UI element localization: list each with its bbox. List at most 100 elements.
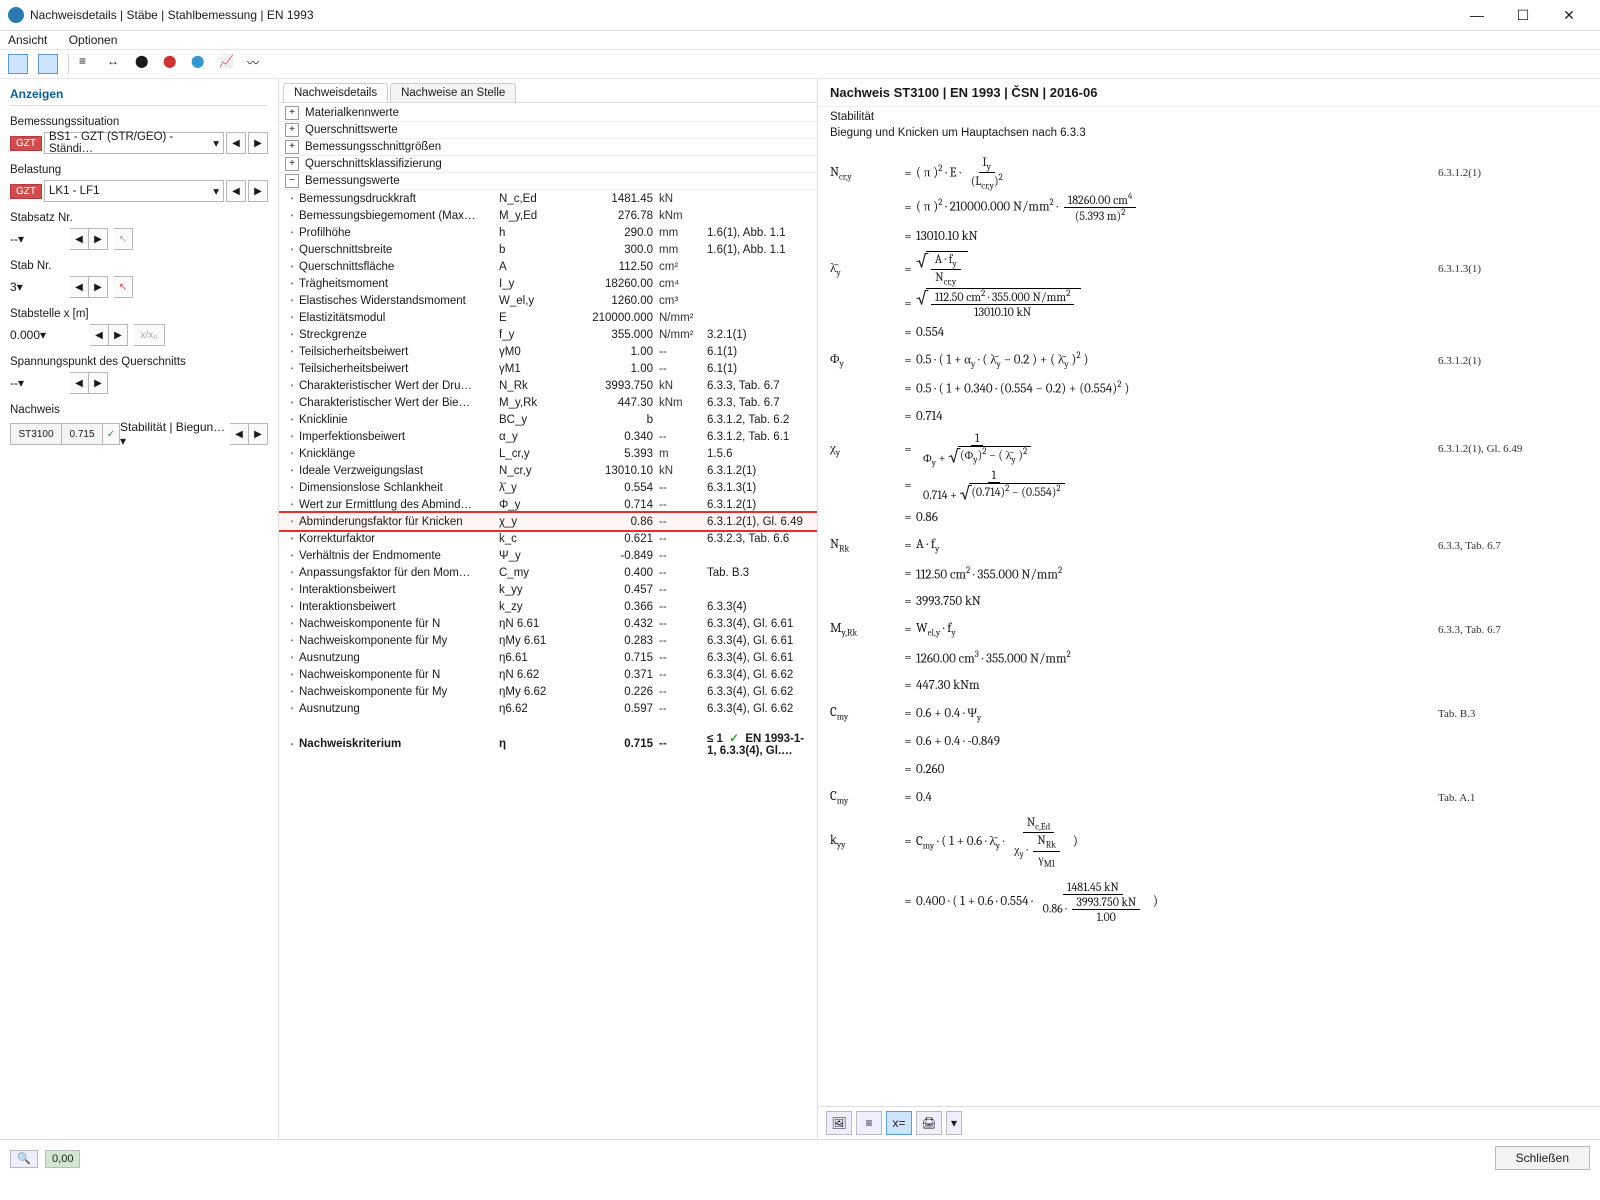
tree-row[interactable]: •Anpassungsfaktor für den Mom…C_my0.400-… [279, 564, 817, 581]
app-icon [8, 7, 24, 23]
middle-panel: Nachweisdetails Nachweise an Stelle +Mat… [279, 79, 818, 1139]
tree-row[interactable]: •Ausnutzungη6.610.715--6.3.3(4), Gl. 6.6… [279, 649, 817, 666]
stab-dropdown[interactable]: 3▾ [10, 280, 70, 294]
situation-dropdown[interactable]: BS1 - GZT (STR/GEO) - Ständi…▾ [44, 132, 224, 154]
menu-optionen[interactable]: Optionen [69, 33, 118, 47]
tool-6[interactable]: ⬤ [163, 54, 181, 72]
nachweis-prev[interactable]: ◀ [230, 423, 249, 445]
tree-section[interactable]: −Bemessungswerte [279, 173, 817, 190]
minimize-button[interactable]: — [1454, 0, 1500, 30]
sp-dropdown[interactable]: --▾ [10, 376, 70, 390]
formula-area[interactable]: Ncr,y= ( π )2 · E · Iy(Lcr,y)2 6.3.1.2(1… [818, 147, 1600, 1106]
tree-row[interactable]: •Streckgrenzef_y355.000N/mm²3.2.1(1) [279, 326, 817, 343]
tree-row[interactable]: •Imperfektionsbeiwertα_y0.340--6.3.1.2, … [279, 428, 817, 445]
tree-row[interactable]: •Querschnittsbreiteb300.0mm1.6(1), Abb. … [279, 241, 817, 258]
tree-row[interactable]: •Dimensionslose Schlankheitλ̄_y0.554--6.… [279, 479, 817, 496]
tree-row[interactable]: •TeilsicherheitsbeiwertγM01.00--6.1(1) [279, 343, 817, 360]
tool-3[interactable]: ≡ [79, 54, 97, 72]
tree-row[interactable]: •Nachweiskomponente für NηN 6.620.371--6… [279, 666, 817, 683]
tree-row[interactable]: •Ausnutzungη6.620.597--6.3.3(4), Gl. 6.6… [279, 700, 817, 717]
stab-prev[interactable]: ◀ [70, 276, 89, 298]
stabsatz-next[interactable]: ▶ [89, 228, 108, 250]
tree-row[interactable]: •Abminderungsfaktor für Knickenχ_y0.86--… [279, 513, 817, 530]
tree-row[interactable]: •Charakteristischer Wert der Bie…M_y,Rk4… [279, 394, 817, 411]
tree-row[interactable]: •Bemessungsbiegemoment (Max…M_y,Ed276.78… [279, 207, 817, 224]
stelle-prev[interactable]: ◀ [90, 324, 109, 346]
tree-row-criterion[interactable]: •Nachweiskriteriumη0.715--≤ 1 ✓ EN 1993-… [279, 731, 817, 757]
tree-row[interactable]: •Interaktionsbeiwertk_zy0.366--6.3.3(4) [279, 598, 817, 615]
sp-prev[interactable]: ◀ [70, 372, 89, 394]
sp-next[interactable]: ▶ [89, 372, 108, 394]
tool-1[interactable] [8, 54, 28, 74]
footer-search-icon[interactable]: 🔍 [10, 1150, 38, 1168]
tree-row[interactable]: •Elastisches WiderstandsmomentW_el,y1260… [279, 292, 817, 309]
tree-row[interactable]: •Verhältnis der EndmomenteΨ_y-0.849-- [279, 547, 817, 564]
tree-row[interactable]: •BemessungsdruckkraftN_c,Ed1481.45kN [279, 190, 817, 207]
close-button[interactable]: ✕ [1546, 0, 1592, 30]
fbtn-2[interactable]: ≡ [856, 1111, 882, 1135]
tree-section[interactable]: +Querschnittsklassifizierung [279, 156, 817, 173]
stab-pick[interactable]: ↖ [114, 276, 133, 298]
window-title: Nachweisdetails | Stäbe | Stahlbemessung… [30, 8, 314, 22]
situation-pill: GZT [10, 136, 42, 151]
tree-row[interactable]: •KnicklinieBC_yb6.3.1.2, Tab. 6.2 [279, 411, 817, 428]
loading-label: Belastung [10, 164, 268, 176]
loading-next[interactable]: ▶ [248, 180, 268, 202]
tree-section[interactable]: +Querschnittswerte [279, 122, 817, 139]
nachweis-check-icon: ✓ [103, 423, 120, 445]
stelle-next[interactable]: ▶ [109, 324, 128, 346]
fbtn-3[interactable]: x= [886, 1111, 912, 1135]
fbtn-4[interactable]: 🖨 [916, 1111, 942, 1135]
tool-4[interactable]: ↔ [107, 54, 125, 72]
tree-row[interactable]: •Nachweiskomponente für MyηMy 6.610.283-… [279, 632, 817, 649]
stab-label: Stab Nr. [10, 260, 268, 272]
tree-row[interactable]: •Nachweiskomponente für MyηMy 6.620.226-… [279, 683, 817, 700]
tree-row[interactable]: •Korrekturfaktork_c0.621--6.3.2.3, Tab. … [279, 530, 817, 547]
tree-row[interactable]: •TrägheitsmomentI_y18260.00cm⁴ [279, 275, 817, 292]
loading-dropdown[interactable]: LK1 - LF1▾ [44, 180, 224, 202]
tree-row[interactable]: •TeilsicherheitsbeiwertγM11.00--6.1(1) [279, 360, 817, 377]
close-dialog-button[interactable]: Schließen [1495, 1146, 1590, 1170]
stelle-ratio[interactable]: x/x₀ [134, 324, 165, 346]
tree-row[interactable]: •Interaktionsbeiwertk_yy0.457-- [279, 581, 817, 598]
tab-nachweisdetails[interactable]: Nachweisdetails [283, 83, 388, 102]
nachweis-dropdown[interactable]: Stabilität | Biegun…▾ [120, 420, 230, 448]
stabsatz-label: Stabsatz Nr. [10, 212, 268, 224]
tree-row[interactable]: •ElastizitätsmodulE210000.000N/mm² [279, 309, 817, 326]
left-panel: Anzeigen Bemessungssituation GZT BS1 - G… [0, 79, 279, 1139]
situation-next[interactable]: ▶ [248, 132, 268, 154]
menu-ansicht[interactable]: Ansicht [8, 33, 47, 47]
tree-view[interactable]: +Materialkennwerte+Querschnittswerte+Bem… [279, 103, 817, 1139]
loading-prev[interactable]: ◀ [226, 180, 246, 202]
tab-nachweise-stelle[interactable]: Nachweise an Stelle [390, 83, 516, 102]
tree-row[interactable]: •Profilhöheh290.0mm1.6(1), Abb. 1.1 [279, 224, 817, 241]
nachweis-next[interactable]: ▶ [249, 423, 268, 445]
tree-section[interactable]: +Materialkennwerte [279, 105, 817, 122]
tree-row[interactable]: •Ideale VerzweigungslastN_cr,y13010.10kN… [279, 462, 817, 479]
tree-row[interactable]: •KnicklängeL_cr,y5.393m1.5.6 [279, 445, 817, 462]
maximize-button[interactable]: ☐ [1500, 0, 1546, 30]
tool-8[interactable]: 📈 [219, 54, 237, 72]
tree-section[interactable]: +Bemessungsschnittgrößen [279, 139, 817, 156]
tree-row[interactable]: •Charakteristischer Wert der Dru…N_Rk399… [279, 377, 817, 394]
stab-next[interactable]: ▶ [89, 276, 108, 298]
stabsatz-dropdown[interactable]: --▾ [10, 232, 70, 246]
stabsatz-prev[interactable]: ◀ [70, 228, 89, 250]
tool-2[interactable] [38, 54, 58, 74]
footer: 🔍 0,00 Schließen [0, 1139, 1600, 1176]
fbtn-1[interactable]: 🖼 [826, 1111, 852, 1135]
stelle-dropdown[interactable]: 0.000▾ [10, 328, 90, 342]
right-panel: Nachweis ST3100 | EN 1993 | ČSN | 2016-0… [818, 79, 1600, 1139]
tool-9[interactable]: 〰 [247, 54, 265, 72]
tree-row[interactable]: •Wert zur Ermittlung des Abmind…Φ_y0.714… [279, 496, 817, 513]
stabsatz-pick[interactable]: ↖ [114, 228, 133, 250]
tree-row[interactable]: •QuerschnittsflächeA112.50cm² [279, 258, 817, 275]
stelle-label: Stabstelle x [m] [10, 308, 268, 320]
situation-prev[interactable]: ◀ [226, 132, 246, 154]
fbtn-4-drop[interactable]: ▾ [946, 1111, 962, 1135]
tool-7[interactable]: ⬤ [191, 54, 209, 72]
footer-precision-icon[interactable]: 0,00 [45, 1150, 80, 1168]
tree-row[interactable]: •Nachweiskomponente für NηN 6.610.432--6… [279, 615, 817, 632]
tool-5[interactable]: ⬤ [135, 54, 153, 72]
formula-footer: 🖼 ≡ x= 🖨 ▾ [818, 1106, 1600, 1139]
